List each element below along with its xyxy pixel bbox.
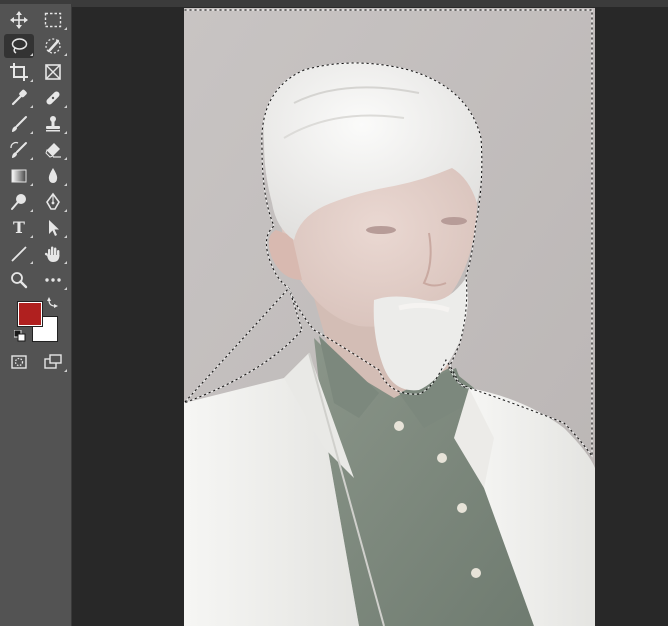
eyedropper-icon [11,89,27,106]
bandage-icon [46,91,60,105]
default-colors-icon[interactable] [14,330,26,342]
drop-icon [48,168,58,183]
lasso-tool[interactable] [4,34,34,58]
crop-tool[interactable] [4,60,34,84]
line-tool[interactable] [4,242,34,266]
path-selection-tool[interactable] [38,216,68,240]
eraser-tool[interactable] [38,138,68,162]
hand-icon [44,246,60,262]
blur-tool[interactable] [38,164,68,188]
swap-colors-icon[interactable] [47,296,59,308]
quick-mask-mode[interactable] [4,350,34,374]
gradient-icon [11,169,27,183]
pen-icon [46,192,60,210]
document-canvas[interactable] [184,8,595,626]
brush-tool[interactable] [4,112,34,136]
portrait-photo [184,8,595,626]
document-tab-strip [72,0,668,7]
marquee-icon [44,12,62,28]
frame-tool[interactable] [38,60,68,84]
quick-selection-icon [45,38,61,54]
dodge-tool[interactable] [4,190,34,214]
type-icon: T [13,218,25,237]
type-tool[interactable]: T [4,216,34,240]
eyedropper-tool[interactable] [4,86,34,110]
clone-stamp-tool[interactable] [38,112,68,136]
pen-tool[interactable] [38,190,68,214]
dodge-icon [11,194,26,210]
brush-icon [12,116,27,132]
panel-grip[interactable] [0,0,72,4]
zoom-tool[interactable] [4,268,34,292]
screen-mode-icon [44,354,62,369]
quick-selection-tool[interactable] [38,34,68,58]
history-brush-tool[interactable] [4,138,34,162]
stamp-icon [46,116,60,132]
gradient-tool[interactable] [4,164,34,188]
magnifier-icon [11,272,28,289]
move-tool[interactable] [4,8,34,32]
line-icon [11,246,27,262]
eraser-icon [45,143,61,158]
color-swatches [14,296,64,346]
foreground-color-swatch[interactable] [17,301,43,327]
history-brush-icon [10,141,27,158]
crop-icon [10,63,28,81]
healing-brush-tool[interactable] [38,86,68,110]
rectangular-marquee-tool[interactable] [38,8,68,32]
move-icon [10,11,28,29]
lasso-icon [11,38,28,54]
frame-icon [45,64,61,80]
hand-tool[interactable] [38,242,68,266]
more-tools[interactable] [38,268,68,292]
tools-panel: T [0,0,72,626]
screen-mode[interactable] [38,350,68,374]
arrow-icon [49,220,59,236]
ellipsis-icon [45,278,61,282]
quick-mask-icon [11,355,27,369]
